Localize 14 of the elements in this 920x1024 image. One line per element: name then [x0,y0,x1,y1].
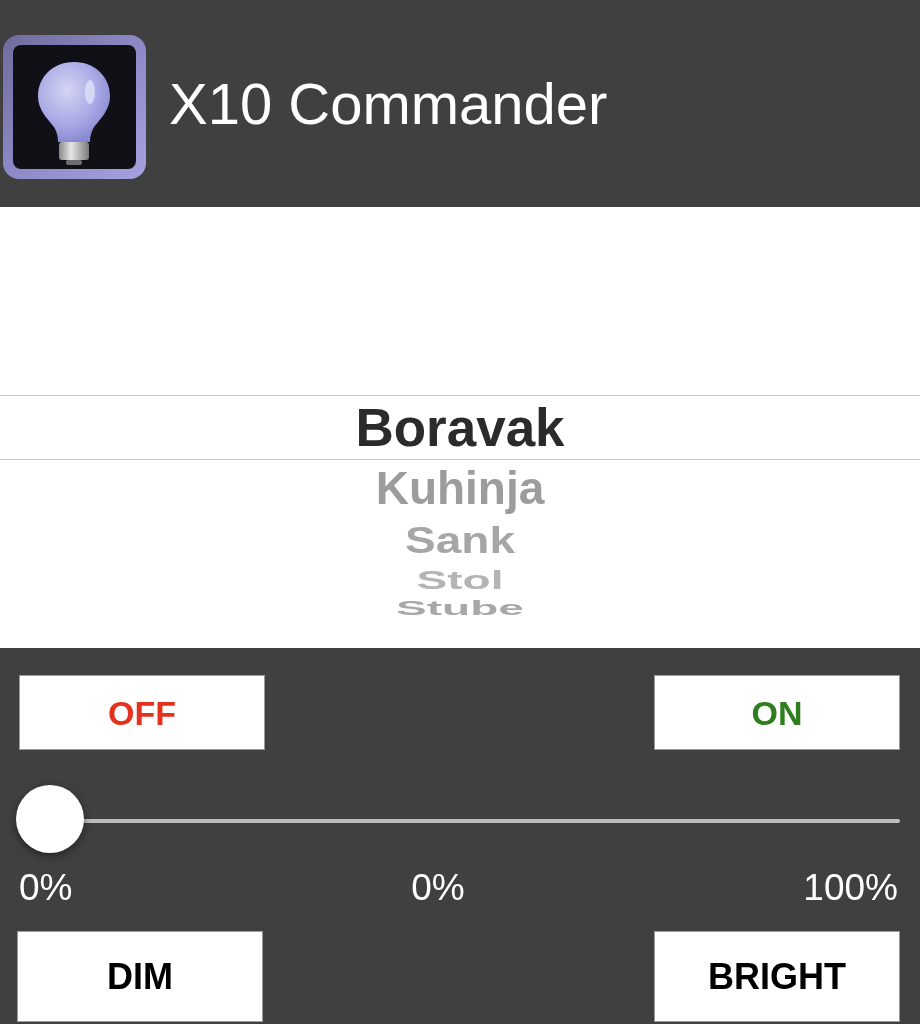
dim-button[interactable]: BRIGHT [654,931,900,1022]
picker-item[interactable]: Stube [396,598,524,618]
min-label: 0% [19,868,73,906]
switch-button[interactable]: ON [654,675,900,750]
brightness-slider[interactable] [16,785,900,853]
dim-button[interactable]: DIM [17,931,263,1022]
max-label: 100% [803,868,898,906]
picker-item[interactable]: Sank [405,521,515,559]
slider-thumb[interactable] [16,785,84,853]
switch-button[interactable]: OFF [19,675,265,750]
picker-item[interactable]: Boravak [355,401,565,454]
lightbulb-icon [2,33,147,180]
app-title: X10 Commander [169,74,608,133]
value-label: 0% [411,868,465,906]
